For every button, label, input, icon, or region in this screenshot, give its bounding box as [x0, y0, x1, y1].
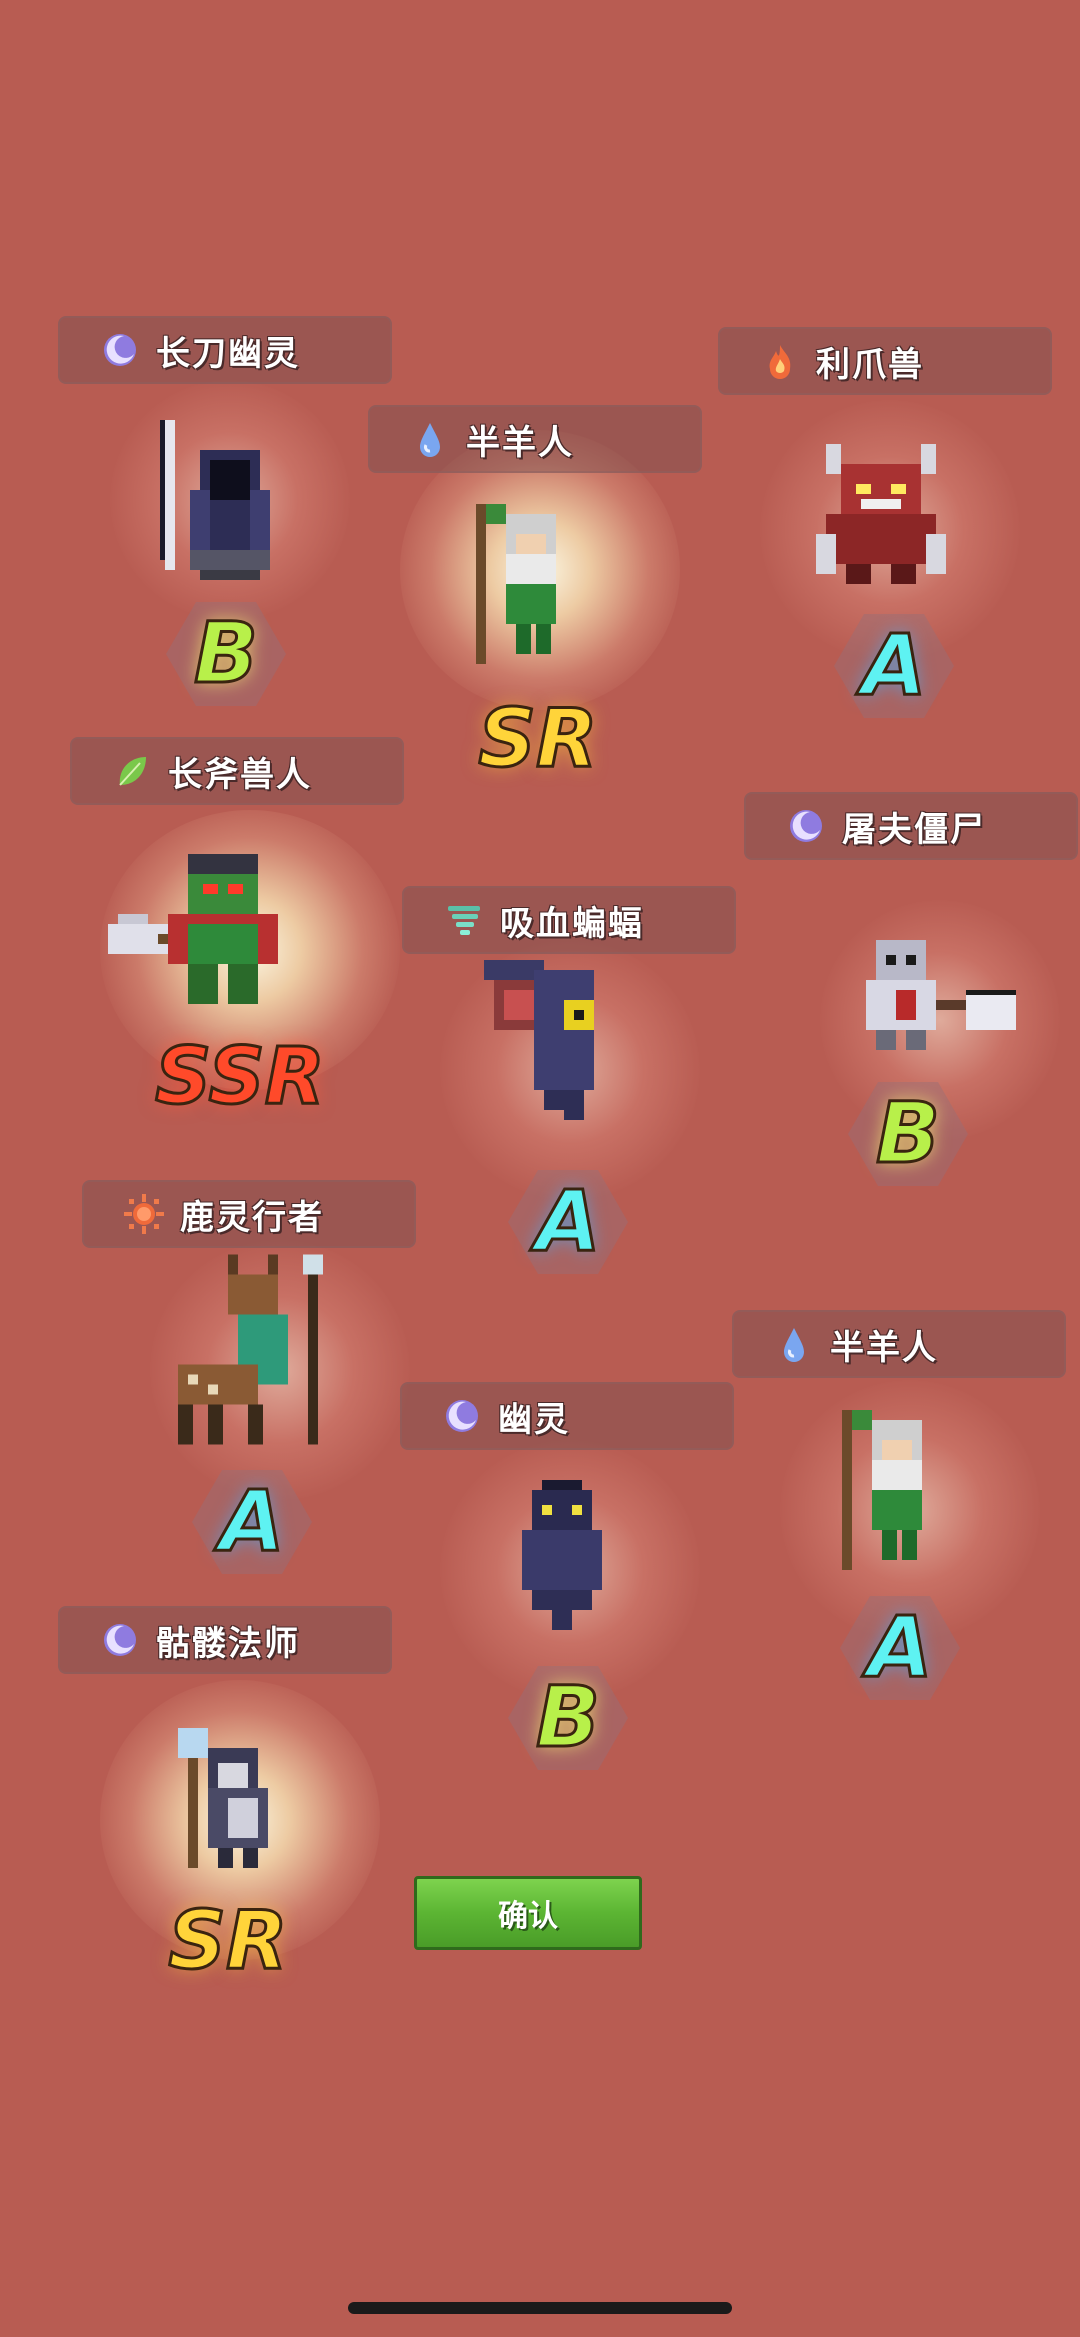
grade-badge: A — [534, 1171, 602, 1272]
unit-name: 骷髅法师 — [156, 1623, 300, 1664]
moon-icon — [446, 1400, 478, 1432]
unit-label: 长刀幽灵 — [58, 316, 392, 384]
unit-name: 长刀幽灵 — [156, 333, 300, 374]
vampire-bat-sprite[interactable] — [474, 960, 614, 1130]
skeleton-mage-sprite[interactable] — [168, 1728, 278, 1878]
grade-badge: A — [866, 1597, 934, 1698]
grade-badge: SR — [477, 691, 599, 787]
moon-icon — [104, 1624, 136, 1656]
moon-icon — [104, 334, 136, 366]
water-drop-icon — [420, 423, 440, 457]
water-drop-icon — [784, 1328, 804, 1362]
unit-name: 吸血蝙蝠 — [500, 903, 644, 944]
unit-label: 吸血蝙蝠 — [402, 886, 736, 954]
unit-name: 长斧兽人 — [168, 754, 312, 795]
claw-beast-sprite[interactable] — [806, 444, 956, 594]
unit-name: 幽灵 — [498, 1399, 570, 1440]
unit-name: 鹿灵行者 — [180, 1197, 324, 1238]
unit-name: 屠夫僵尸 — [842, 809, 986, 850]
unit-label: 利爪兽 — [718, 327, 1052, 395]
blade-ghost-sprite[interactable] — [160, 420, 290, 590]
grade-badge: B — [874, 1083, 941, 1184]
unit-label: 半羊人 — [732, 1310, 1066, 1378]
unit-label: 半羊人 — [368, 405, 702, 473]
unit-label: 幽灵 — [400, 1382, 734, 1450]
satyr-sprite[interactable] — [466, 494, 586, 674]
unit-label: 骷髅法师 — [58, 1606, 392, 1674]
grade-badge: SR — [167, 1893, 289, 1989]
deer-spirit-walker-sprite[interactable] — [178, 1254, 338, 1450]
home-indicator[interactable] — [348, 2302, 732, 2314]
ghost-sprite[interactable] — [512, 1480, 612, 1640]
unit-label: 屠夫僵尸 — [744, 792, 1078, 860]
unit-name: 半羊人 — [466, 422, 574, 463]
fire-icon — [769, 345, 791, 379]
grade-badge: A — [860, 615, 928, 716]
unit-name: 半羊人 — [830, 1327, 938, 1368]
grade-badge: SSR — [154, 1031, 327, 1124]
leaf-icon — [119, 757, 146, 786]
grade-badge: B — [192, 603, 259, 704]
unit-name: 利爪兽 — [816, 344, 924, 385]
confirm-button[interactable]: 确认 — [414, 1876, 642, 1950]
unit-label: 鹿灵行者 — [82, 1180, 416, 1248]
butcher-zombie-sprite[interactable] — [856, 940, 1026, 1060]
grade-badge: A — [218, 1471, 286, 1572]
grade-badge: B — [534, 1667, 601, 1768]
sun-icon — [124, 1194, 164, 1234]
satyr-sprite[interactable] — [832, 1400, 952, 1580]
unit-label: 长斧兽人 — [70, 737, 404, 805]
wind-tornado-icon — [448, 906, 480, 935]
moon-icon — [790, 810, 822, 842]
axe-orc-sprite[interactable] — [108, 854, 318, 1014]
